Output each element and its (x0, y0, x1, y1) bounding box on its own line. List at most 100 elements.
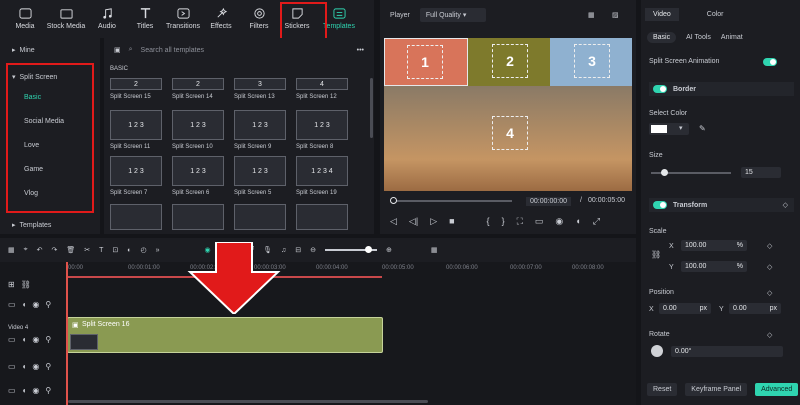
undo-icon[interactable]: ↶ (37, 246, 43, 254)
subtab-animation[interactable]: Animat (721, 32, 743, 43)
volume-icon[interactable]: ◖ (22, 362, 27, 371)
toolbar-media[interactable]: Media (6, 0, 44, 36)
delete-icon[interactable]: 🗑 (66, 246, 75, 254)
sidebar-mine[interactable]: ▸ Mine (0, 42, 100, 58)
mark-out-icon[interactable]: } (502, 216, 505, 227)
eye-icon[interactable]: ◉ (32, 386, 39, 395)
link-icon[interactable]: ⛓ (651, 250, 661, 259)
toolbar-audio[interactable]: Audio (88, 0, 126, 36)
folder-icon[interactable]: ▭ (8, 300, 16, 309)
template-card[interactable]: 1 2 3 Split Screen 8 (296, 110, 348, 150)
zoom-handle[interactable] (365, 246, 373, 253)
monitor-icon[interactable]: ▭ (535, 216, 544, 227)
playback-progress[interactable] (392, 200, 512, 202)
playback-handle[interactable] (390, 197, 397, 204)
volume-icon[interactable]: ◖ (575, 216, 580, 227)
add-track-icon[interactable]: ⊞ (8, 280, 15, 289)
preview-slot-3[interactable]: 3 (550, 38, 632, 86)
lock-icon[interactable]: ⚲ (45, 362, 51, 371)
size-slider-handle[interactable] (661, 169, 668, 176)
volume-icon[interactable]: ◖ (22, 300, 27, 309)
sidebar-item-vlog[interactable]: Vlog (0, 181, 100, 205)
timeline-scrollbar[interactable] (68, 400, 428, 403)
reset-button[interactable]: Reset (647, 383, 678, 396)
toolbar-filters[interactable]: Filters (240, 0, 278, 36)
scale-y-input[interactable]: 100.00 % (681, 261, 747, 272)
search-input[interactable]: Search all templates (141, 47, 204, 54)
template-card[interactable] (110, 204, 162, 230)
step-back-icon[interactable]: ◁| (409, 216, 418, 227)
rotate-dial[interactable] (651, 345, 663, 357)
split-icon[interactable]: ✂ (84, 246, 90, 254)
more-tools-icon[interactable]: » (156, 247, 160, 254)
position-x-input[interactable]: 0.00 px (659, 303, 711, 314)
template-card[interactable]: 2 Split Screen 14 (172, 78, 224, 100)
template-card[interactable] (234, 204, 286, 230)
preview-slot-2[interactable]: 2 (468, 38, 550, 86)
template-card[interactable]: 1 2 3 Split Screen 7 (110, 156, 162, 196)
template-card[interactable]: 4 Split Screen 12 (296, 78, 348, 100)
template-card[interactable]: 3 Split Screen 13 (234, 78, 286, 100)
template-card[interactable]: 1 2 3 Split Screen 11 (110, 110, 162, 150)
tab-video[interactable]: Video (645, 8, 679, 21)
subtab-ai-tools[interactable]: AI Tools (686, 32, 711, 43)
template-card[interactable]: 1 2 3 Split Screen 5 (234, 156, 286, 196)
stop-icon[interactable]: ■ (449, 216, 454, 227)
snap-icon[interactable]: ⊟ (295, 246, 301, 254)
transform-toggle[interactable] (653, 201, 667, 209)
keyframe-diamond-icon[interactable]: ◇ (767, 331, 772, 339)
quality-dropdown[interactable]: Full Quality ▾ (419, 8, 486, 22)
grid-icon[interactable]: ▦ (588, 11, 595, 19)
eye-icon[interactable]: ◉ (32, 300, 39, 309)
keyframe-diamond-icon[interactable]: ◇ (767, 263, 772, 271)
fullscreen-icon[interactable]: ⛶ (517, 216, 523, 227)
text-icon[interactable]: T (99, 247, 103, 254)
template-card[interactable]: 1 2 3 4 Split Screen 19 (296, 156, 348, 196)
expand-icon[interactable]: ⤢ (593, 216, 600, 227)
toolbar-stock-media[interactable]: Stock Media (44, 0, 88, 36)
crop-icon[interactable]: ⊡ (112, 246, 118, 254)
template-card[interactable]: 2 Split Screen 15 (110, 78, 162, 100)
redo-icon[interactable]: ↷ (51, 246, 57, 254)
tab-color[interactable]: Color (707, 8, 724, 21)
grid-view-icon[interactable]: ▦ (431, 246, 438, 254)
keyframe-diamond-icon[interactable]: ◇ (767, 242, 772, 250)
border-toggle[interactable] (653, 85, 667, 93)
template-card[interactable]: 1 2 3 Split Screen 10 (172, 110, 224, 150)
color-icon[interactable]: ◐ (127, 247, 131, 254)
keyframe-diamond-icon[interactable]: ◇ (783, 201, 788, 209)
lock-icon[interactable]: ⚲ (45, 335, 51, 344)
keyframe-diamond-icon[interactable]: ◇ (767, 289, 772, 297)
zoom-out-icon[interactable]: ⊖ (310, 246, 316, 254)
eyedropper-icon[interactable]: ✎ (699, 124, 706, 133)
eye-icon[interactable]: ◉ (32, 362, 39, 371)
link-icon[interactable]: ⛓ (21, 280, 31, 289)
preview-slot-4[interactable]: 4 (384, 86, 632, 191)
template-card[interactable]: 1 2 3 Split Screen 9 (234, 110, 286, 150)
prev-frame-icon[interactable]: ◁ (390, 216, 397, 227)
zoom-in-icon[interactable]: ⊕ (386, 246, 392, 254)
templates-scrollbar[interactable] (370, 78, 373, 138)
sidebar-item-game[interactable]: Game (0, 157, 100, 181)
zoom-slider[interactable] (325, 246, 378, 253)
preview-slot-1[interactable]: 1 (384, 38, 468, 86)
eye-icon[interactable]: ◉ (32, 335, 39, 344)
size-input[interactable]: 15 (741, 167, 781, 178)
sidebar-item-basic[interactable]: Basic (0, 85, 100, 109)
volume-icon[interactable]: ◖ (22, 335, 27, 344)
mark-in-icon[interactable]: { (487, 216, 490, 227)
sidebar-item-social-media[interactable]: Social Media (0, 109, 100, 133)
toolbar-transitions[interactable]: Transitions (164, 0, 202, 36)
toolbar-templates[interactable]: Templates (316, 0, 362, 36)
image-icon[interactable]: ▨ (612, 11, 619, 19)
sidebar-templates[interactable]: ▸ Templates (0, 217, 100, 233)
toolbar-effects[interactable]: Effects (202, 0, 240, 36)
rotate-input[interactable]: 0.00° (671, 346, 783, 357)
keyframe-panel-button[interactable]: Keyframe Panel (685, 383, 748, 396)
position-y-input[interactable]: 0.00 px (729, 303, 781, 314)
speed-icon[interactable]: ◴ (140, 246, 146, 254)
folder-icon[interactable]: ▭ (8, 362, 16, 371)
sidebar-split-screen[interactable]: ▾ Split Screen (0, 69, 100, 85)
advanced-button[interactable]: Advanced (755, 383, 799, 396)
template-card[interactable] (296, 204, 348, 230)
